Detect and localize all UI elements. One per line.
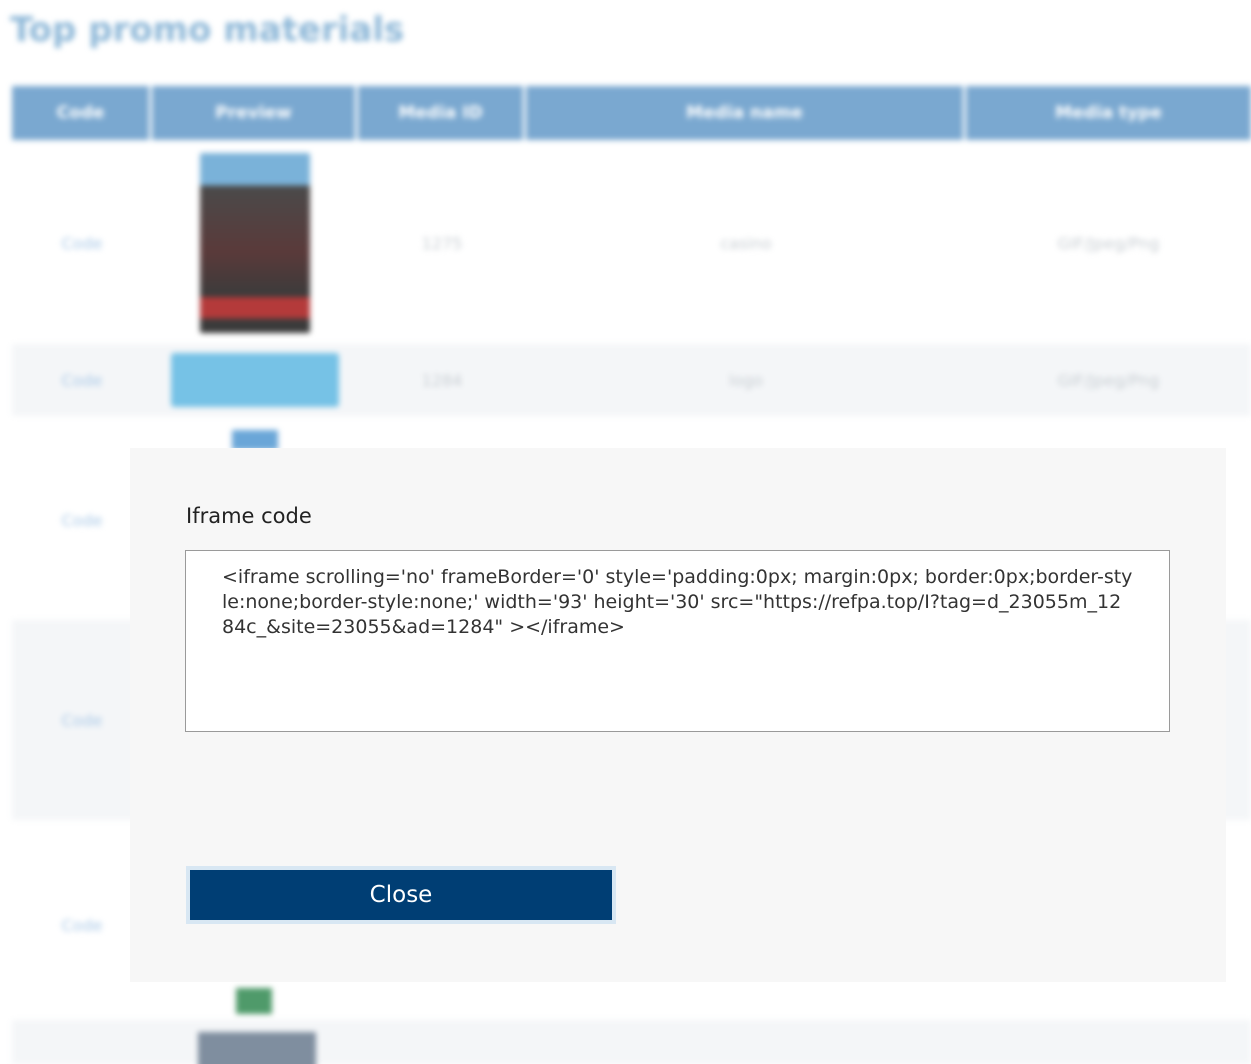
- iframe-code-modal: Iframe code <iframe scrolling='no' frame…: [130, 448, 1226, 982]
- code-link[interactable]: Code: [12, 234, 152, 253]
- media-id: 1275: [421, 233, 463, 253]
- media-id: 1284: [421, 370, 463, 390]
- close-button[interactable]: Close: [186, 866, 616, 924]
- iframe-code-textarea[interactable]: <iframe scrolling='no' frameBorder='0' s…: [185, 550, 1170, 732]
- page: Top promo materials Code Preview Media I…: [0, 0, 1251, 1064]
- preview-image: [171, 353, 339, 407]
- preview-cell: [152, 153, 358, 333]
- page-title: Top promo materials: [10, 10, 405, 50]
- iframe-code-label: Iframe code: [186, 504, 312, 528]
- table-row: Code 1275 casino GIF/Jpeg/Png: [12, 148, 1251, 338]
- table-header: Code Preview Media ID Media name Media t…: [12, 86, 1251, 140]
- media-name: casino: [720, 233, 772, 253]
- preview-image: [200, 153, 310, 333]
- preview-cell: [152, 353, 358, 407]
- media-name: logo: [728, 370, 764, 390]
- table-row: Code 1284 logo GIF/Jpeg/Png: [12, 344, 1251, 416]
- media-type: GIF/Jpeg/Png: [1057, 233, 1160, 253]
- header-media-type: Media type: [966, 86, 1251, 140]
- preview-image: [232, 430, 278, 450]
- header-media-name: Media name: [526, 86, 966, 140]
- media-type: GIF/Jpeg/Png: [1057, 370, 1160, 390]
- preview-image: [236, 988, 272, 1014]
- header-preview: Preview: [152, 86, 358, 140]
- header-code: Code: [12, 86, 152, 140]
- header-media-id: Media ID: [358, 86, 526, 140]
- preview-image: [198, 1032, 316, 1064]
- code-link[interactable]: Code: [12, 371, 152, 390]
